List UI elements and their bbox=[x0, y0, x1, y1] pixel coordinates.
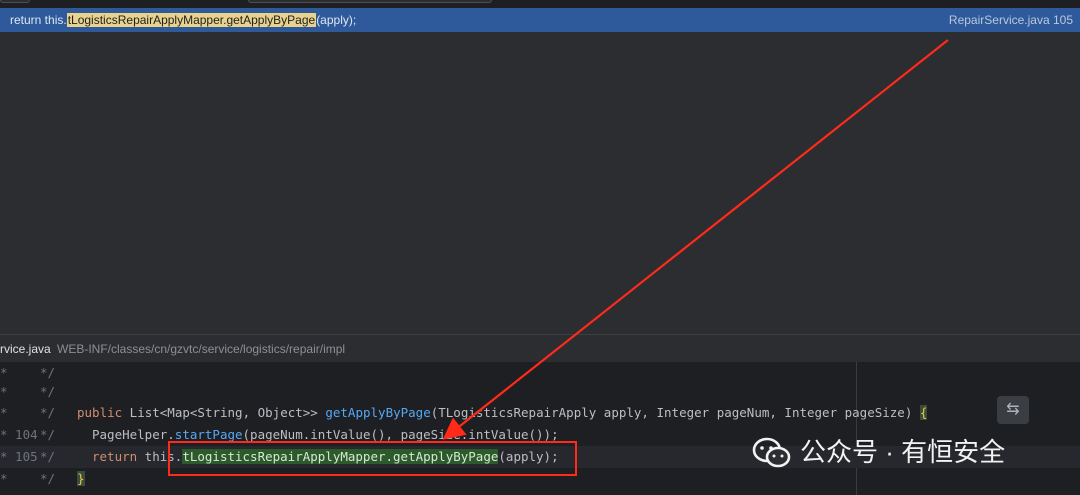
preview-file-name: rvice.java bbox=[0, 342, 51, 356]
gutter-line-number: * 104 bbox=[0, 427, 38, 442]
search-result-location: RepairService.java 105 bbox=[948, 13, 1073, 27]
close-brace: } bbox=[77, 471, 85, 486]
search-match-highlight: tLogisticsRepairApplyMapper.getApplyByPa… bbox=[66, 13, 317, 27]
gutter-comment: */ bbox=[40, 405, 56, 420]
code-text: (pageNum.intValue(), pageSize.intValue()… bbox=[242, 427, 559, 442]
keyword-public: public bbox=[77, 405, 123, 420]
preview-file-header: rvice.java WEB-INF/classes/cn/gzvtc/serv… bbox=[0, 334, 1080, 364]
annotation-box bbox=[168, 441, 577, 476]
gutter-line-number: * 105 bbox=[0, 449, 38, 464]
method-name: getApplyByPage bbox=[325, 405, 431, 420]
toolbar-field-left[interactable] bbox=[0, 0, 30, 3]
open-brace: { bbox=[919, 405, 928, 420]
top-strip bbox=[0, 0, 1080, 8]
code-line-method-signature: * */ public List<Map<String, Object>> ge… bbox=[0, 402, 1080, 424]
toolbar-field[interactable] bbox=[248, 0, 492, 3]
preview-file-path: WEB-INF/classes/cn/gzvtc/service/logisti… bbox=[57, 342, 346, 356]
gutter-marker: * bbox=[0, 471, 8, 486]
soft-wrap-icon[interactable]: ⇆ bbox=[997, 396, 1029, 424]
watermark-text: 公众号 · 有恒安全 bbox=[800, 437, 1006, 467]
keyword-return: return bbox=[92, 449, 138, 464]
search-results-list[interactable] bbox=[0, 32, 1080, 334]
search-result-text: return this.tLogisticsRepairApplyMapper.… bbox=[10, 13, 357, 27]
code-text: (TLogisticsRepairApply apply, Integer pa… bbox=[430, 405, 920, 420]
search-result-row[interactable]: return this.tLogisticsRepairApplyMapper.… bbox=[0, 8, 1080, 32]
gutter-comment: */ bbox=[40, 449, 56, 464]
code-text: PageHelper. bbox=[92, 427, 175, 442]
code-text: List<Map<String, Object>> bbox=[122, 405, 326, 420]
gutter-marker: * bbox=[0, 384, 8, 399]
gutter-comment: */ bbox=[40, 471, 56, 486]
wechat-logo-icon bbox=[752, 437, 791, 468]
gutter-marker: * bbox=[0, 405, 8, 420]
method-call: startPage bbox=[174, 427, 243, 442]
gutter-comment: */ bbox=[40, 427, 56, 442]
code-line: * */ bbox=[0, 381, 1080, 403]
gutter-comment: */ bbox=[40, 384, 56, 399]
